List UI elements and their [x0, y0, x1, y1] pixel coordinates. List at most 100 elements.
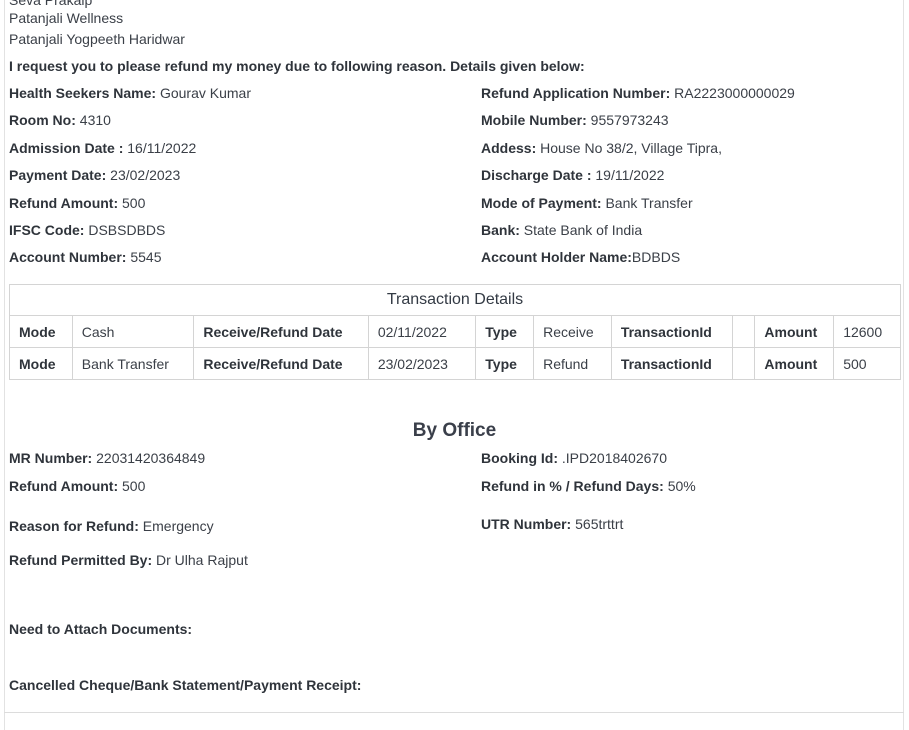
by-office-title: By Office [412, 420, 497, 441]
discharge-date-field: Discharge Date : 19/11/2022 [481, 166, 664, 184]
mr-number-field: MR Number: 22031420364849 [9, 449, 205, 467]
field-value: Dr Ulha Rajput [156, 552, 248, 568]
field-label: Discharge Date : [481, 167, 592, 183]
field-value: Gourav Kumar [159, 85, 252, 101]
date-value: 02/11/2022 [367, 315, 477, 348]
field-label: Account Number: [9, 249, 127, 265]
field-value: 22031420364849 [96, 450, 206, 466]
refund-document: Seva Prakalp Patanjali Wellness Patanjal… [0, 0, 909, 730]
field-label: Refund Amount: [9, 478, 119, 494]
field-label: Mode of Payment: [481, 195, 602, 211]
field-value: 5545 [130, 249, 162, 265]
transaction-caption: Transaction Details [9, 284, 901, 316]
field-label: Account Holder Name: [481, 249, 632, 265]
address-line-1: Patanjali Wellness [9, 10, 124, 26]
bank-field: Bank: State Bank of India [481, 221, 642, 239]
amount-label: Amount [754, 347, 835, 380]
field-label: Refund Application Number: [481, 85, 671, 101]
type-label: Type [475, 347, 535, 380]
table-row: Mode Bank Transfer Receive/Refund Date 2… [9, 347, 901, 380]
field-label: Refund Permitted By: [9, 552, 153, 568]
field-label: Health Seekers Name: [9, 85, 157, 101]
field-label: Cancelled Cheque/Bank Statement/Payment … [9, 677, 362, 693]
transaction-id-value [732, 315, 756, 348]
field-label: Admission Date : [9, 140, 124, 156]
transaction-table: Transaction Details Mode Cash Receive/Re… [9, 284, 901, 380]
address-field: Addess: House No 38/2, Village Tipra, [481, 139, 722, 157]
mode-value: Cash [71, 315, 195, 348]
field-label: UTR Number: [481, 516, 572, 532]
mode-of-payment-field: Mode of Payment: Bank Transfer [481, 194, 693, 212]
transaction-caption-row: Transaction Details [9, 284, 901, 316]
field-label: Room No: [9, 112, 76, 128]
field-label: Booking Id: [481, 450, 558, 466]
type-value: Refund [533, 347, 612, 380]
field-label: Refund Amount: [9, 195, 119, 211]
field-value: 4310 [79, 112, 111, 128]
transaction-id-label: TransactionId [610, 347, 734, 380]
permitted-by-field: Refund Permitted By: Dr Ulha Rajput [9, 551, 248, 569]
refund-percent-field: Refund in % / Refund Days: 50% [481, 477, 696, 495]
field-label: Bank: [481, 222, 520, 238]
field-value: 500 [122, 195, 146, 211]
mode-label: Mode [9, 347, 73, 380]
field-value: 50% [667, 478, 696, 494]
room-no-field: Room No: 4310 [9, 111, 111, 129]
office-refund-amount-field: Refund Amount: 500 [9, 477, 145, 495]
mode-value: Bank Transfer [71, 347, 195, 380]
account-number-field: Account Number: 5545 [9, 248, 162, 266]
booking-id-field: Booking Id: .IPD2018402670 [481, 449, 667, 467]
field-value: 565trttrt [575, 516, 624, 532]
field-value: 500 [122, 478, 146, 494]
request-text: I request you to please refund my money … [9, 58, 585, 74]
field-value: 9557973243 [590, 112, 669, 128]
refund-application-field: Refund Application Number: RA22230000000… [481, 84, 795, 102]
field-value: .IPD2018402670 [561, 450, 667, 466]
transaction-id-value [732, 347, 756, 380]
amount-value: 12600 [833, 315, 901, 348]
address-line-0: Seva Prakalp [9, 0, 93, 8]
field-value: 23/02/2023 [110, 167, 181, 183]
mode-label: Mode [9, 315, 73, 348]
date-label: Receive/Refund Date [193, 347, 369, 380]
utr-number-field: UTR Number: 565trttrt [481, 515, 623, 533]
ifsc-code-field: IFSC Code: DSBSDBDS [9, 221, 165, 239]
date-label: Receive/Refund Date [193, 315, 369, 348]
field-value: Emergency [142, 518, 214, 534]
field-value: Bank Transfer [605, 195, 693, 211]
payment-date-field: Payment Date: 23/02/2023 [9, 166, 180, 184]
amount-value: 500 [833, 347, 901, 380]
date-value: 23/02/2023 [367, 347, 477, 380]
refund-amount-field: Refund Amount: 500 [9, 194, 145, 212]
page-border-right [903, 0, 904, 730]
bottom-divider [4, 712, 904, 713]
field-value: DSBSDBDS [88, 222, 166, 238]
cheque-label: Cancelled Cheque/Bank Statement/Payment … [9, 676, 361, 694]
address-line-2: Patanjali Yogpeeth Haridwar [9, 31, 185, 47]
field-label: Need to Attach Documents: [9, 621, 193, 637]
type-label: Type [475, 315, 535, 348]
field-value: 19/11/2022 [595, 167, 665, 183]
transaction-id-label: TransactionId [610, 315, 734, 348]
field-label: IFSC Code: [9, 222, 85, 238]
field-value: RA2223000000029 [674, 85, 795, 101]
field-label: Refund in % / Refund Days: [481, 478, 664, 494]
mobile-number-field: Mobile Number: 9557973243 [481, 111, 669, 129]
reason-field: Reason for Refund: Emergency [9, 517, 214, 535]
admission-date-field: Admission Date : 16/11/2022 [9, 139, 196, 157]
field-value: 16/11/2022 [127, 140, 197, 156]
attach-documents-label: Need to Attach Documents: [9, 620, 192, 638]
field-value: State Bank of India [523, 222, 643, 238]
page-border-left [4, 0, 5, 730]
field-value: BDBDS [631, 249, 681, 265]
table-row: Mode Cash Receive/Refund Date 02/11/2022… [9, 315, 901, 348]
field-label: Addess: [481, 140, 537, 156]
field-label: Mobile Number: [481, 112, 587, 128]
field-label: MR Number: [9, 450, 93, 466]
type-value: Receive [533, 315, 612, 348]
health-seeker-field: Health Seekers Name: Gourav Kumar [9, 84, 251, 102]
field-label: Payment Date: [9, 167, 107, 183]
amount-label: Amount [754, 315, 835, 348]
account-holder-field: Account Holder Name:BDBDS [481, 248, 680, 266]
field-label: Reason for Refund: [9, 518, 139, 534]
